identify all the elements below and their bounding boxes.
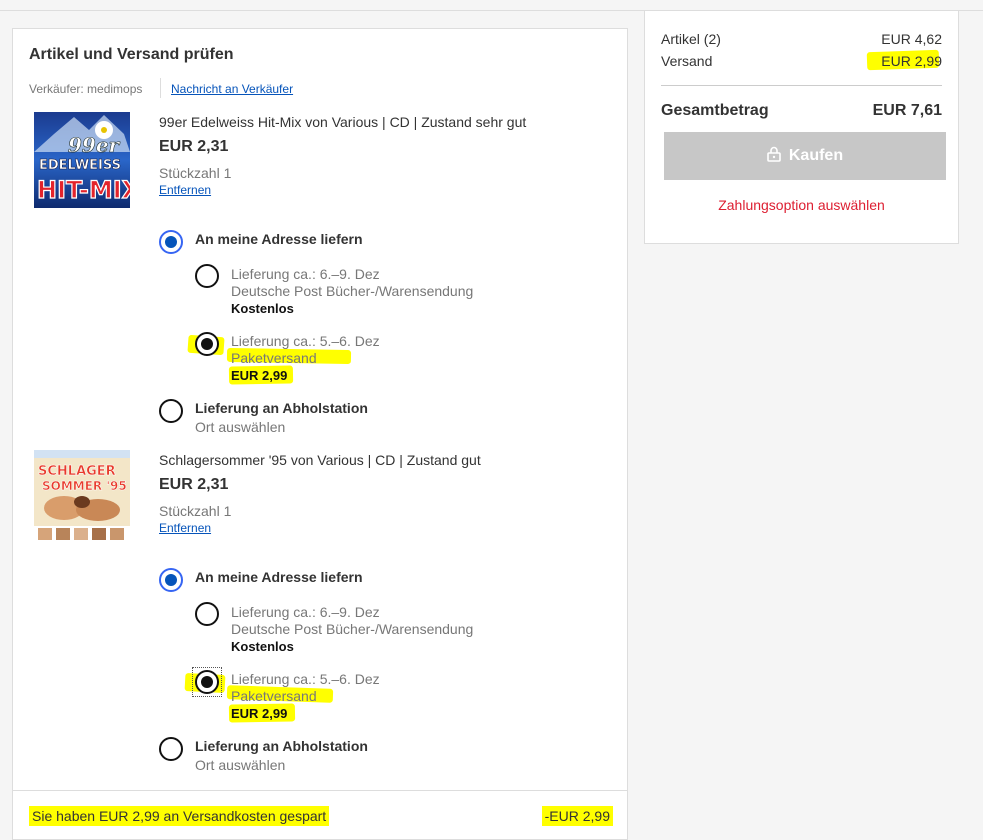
item-price: EUR 2,31 — [159, 476, 229, 493]
pickup-location-link[interactable]: Ort auswählen — [195, 757, 285, 773]
item-quantity: Stückzahl 1 — [159, 165, 232, 181]
album-cover-schlagersommer: SCHLAGER SOMMER '95 — [34, 450, 130, 546]
checkout-panel: Artikel und Versand prüfen Verkäufer: me… — [12, 28, 628, 840]
item-title[interactable]: Schlagersommer '95 von Various | CD | Zu… — [159, 452, 481, 468]
item-title[interactable]: 99er Edelweiss Hit-Mix von Various | CD … — [159, 114, 526, 130]
pickup-radio[interactable] — [159, 737, 183, 761]
shipping-savings-amount: -EUR 2,99 — [541, 806, 613, 826]
order-summary: Artikel (2) EUR 4,62 Versand EUR 2,99 Ge… — [644, 10, 959, 244]
item-thumbnail[interactable]: 99er EDELWEISS HIT-MIX — [34, 112, 130, 208]
items-subtotal-label: Artikel (2) — [661, 31, 721, 47]
svg-text:EDELWEISS: EDELWEISS — [39, 158, 121, 173]
total-value: EUR 7,61 — [872, 102, 942, 119]
svg-text:99er: 99er — [68, 133, 121, 157]
shipping-value: EUR 2,99 — [881, 53, 942, 69]
seller-divider — [160, 78, 161, 98]
delivery-estimate: Lieferung ca.: 5.–6. Dez — [231, 333, 380, 349]
shipping-savings-text: Sie haben EUR 2,99 an Versandkosten gesp… — [29, 806, 330, 826]
shipping-label: Versand — [661, 53, 713, 69]
shipping-price: EUR 2,99 — [231, 706, 288, 721]
ship-home-radio[interactable] — [159, 230, 183, 254]
delivery-estimate: Lieferung ca.: 5.–6. Dez — [231, 671, 380, 687]
pickup-radio[interactable] — [159, 399, 183, 423]
carrier-name: Paketversand — [231, 688, 317, 704]
shipping-option-radio[interactable] — [195, 264, 219, 288]
shipping-row: Versand EUR 2,99 — [661, 53, 942, 69]
items-subtotal-row: Artikel (2) EUR 4,62 — [661, 31, 942, 47]
pickup-label: Lieferung an Abholstation — [195, 738, 368, 754]
shipping-price: Kostenlos — [231, 639, 294, 654]
shipping-price: EUR 2,99 — [231, 368, 288, 383]
footer-divider — [13, 790, 627, 791]
section-title: Artikel und Versand prüfen — [29, 46, 234, 63]
svg-text:HIT-MIX: HIT-MIX — [37, 176, 130, 204]
items-subtotal-value: EUR 4,62 — [881, 31, 942, 47]
buy-button-label: Kaufen — [788, 147, 844, 164]
item-quantity: Stückzahl 1 — [159, 503, 232, 519]
shipping-option-radio[interactable] — [195, 670, 219, 694]
svg-text:SOMMER '95: SOMMER '95 — [42, 479, 127, 493]
lock-icon — [767, 146, 781, 167]
remove-item-link[interactable]: Entfernen — [159, 183, 211, 197]
total-row: Gesamtbetrag EUR 7,61 — [661, 102, 942, 120]
ship-home-label: An meine Adresse liefern — [195, 569, 363, 585]
total-label: Gesamtbetrag — [661, 102, 769, 119]
seller-name: medimops — [87, 82, 143, 96]
pickup-label: Lieferung an Abholstation — [195, 400, 368, 416]
album-cover-edelweiss: 99er EDELWEISS HIT-MIX — [34, 112, 130, 208]
seller-label: Verkäufer: — [29, 82, 84, 96]
shipping-option-radio[interactable] — [195, 332, 219, 356]
remove-item-link[interactable]: Entfernen — [159, 521, 211, 535]
svg-text:SCHLAGER: SCHLAGER — [38, 464, 116, 479]
delivery-estimate: Lieferung ca.: 6.–9. Dez — [231, 266, 380, 282]
buy-button[interactable]: Kaufen — [664, 132, 946, 180]
item-price: EUR 2,31 — [159, 138, 229, 155]
pickup-location-link[interactable]: Ort auswählen — [195, 419, 285, 435]
shipping-option-radio[interactable] — [195, 602, 219, 626]
select-payment-link[interactable]: Zahlungsoption auswählen — [645, 197, 958, 213]
message-seller-link[interactable]: Nachricht an Verkäufer — [171, 82, 293, 96]
ship-home-label: An meine Adresse liefern — [195, 231, 363, 247]
carrier-name: Deutsche Post Bücher-/Warensendung — [231, 621, 474, 637]
shipping-price: Kostenlos — [231, 301, 294, 316]
carrier-name: Paketversand — [231, 350, 317, 366]
carrier-name: Deutsche Post Bücher-/Warensendung — [231, 283, 474, 299]
ship-home-radio[interactable] — [159, 568, 183, 592]
seller-info: Verkäufer: medimops — [29, 82, 142, 96]
summary-divider — [661, 85, 942, 86]
item-thumbnail[interactable]: SCHLAGER SOMMER '95 — [34, 450, 130, 546]
delivery-estimate: Lieferung ca.: 6.–9. Dez — [231, 604, 380, 620]
